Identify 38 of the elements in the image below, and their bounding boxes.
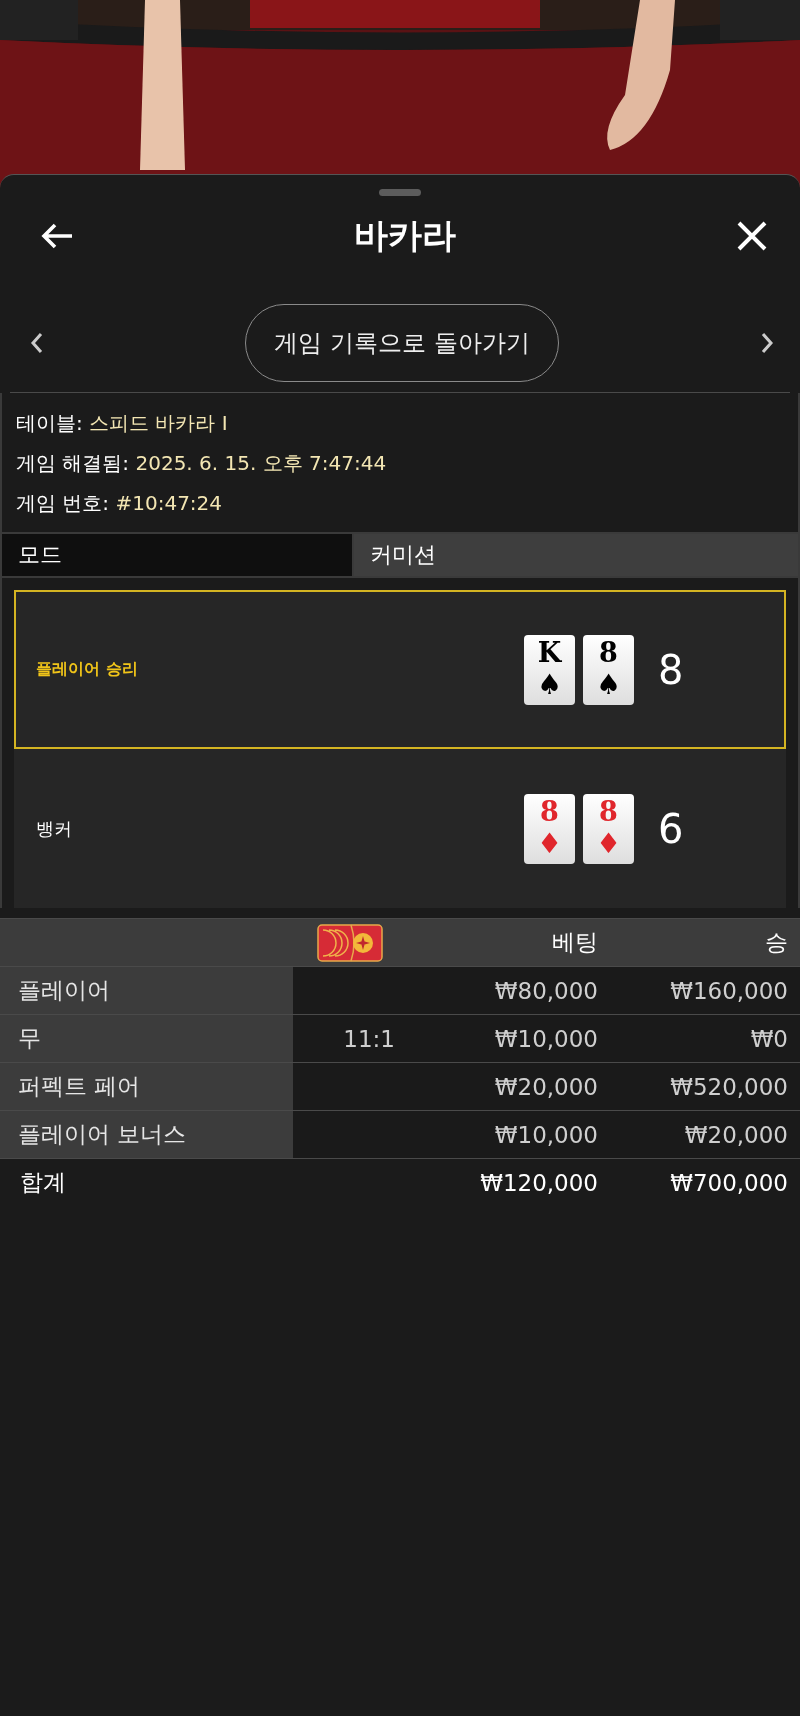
total-label: 합계 — [19, 1168, 67, 1197]
total-bet: ₩120,000 — [479, 1169, 599, 1196]
bet-name-cell: 플레이어 — [0, 967, 293, 1014]
column-header: 베팅 — [551, 928, 599, 957]
envelope-icon — [317, 923, 383, 962]
bet-cell-text: ₩80,000 — [493, 977, 599, 1004]
bet-cell-text: ₩10,000 — [493, 1025, 599, 1052]
playing-card: 8 ♦ — [583, 793, 634, 864]
close-icon — [736, 220, 768, 252]
hand-label: 플레이어 승리 — [36, 659, 139, 680]
bet-name-cell: 무 — [0, 1015, 293, 1062]
info-line: 게임 해결됨: 2025. 6. 15. 오후 7:47:44 — [16, 450, 388, 477]
hand-label: 뱅커 — [36, 816, 73, 841]
win-cell-text: ₩20,000 — [683, 1121, 789, 1148]
playing-card: K ♠ — [524, 634, 575, 705]
win-cell-text: ₩160,000 — [669, 977, 789, 1004]
bet-name-cell: 플레이어 보너스 — [0, 1111, 293, 1158]
total-win: ₩700,000 — [669, 1169, 789, 1196]
drag-handle[interactable] — [379, 189, 421, 196]
info-line: 테이블: 스피드 바카라 I — [16, 410, 229, 437]
playing-card: 8 ♠ — [583, 634, 634, 705]
page-title: 바카라 — [354, 214, 456, 257]
bet-name-cell: 퍼펙트 페어 — [0, 1063, 293, 1110]
playing-card: 8 ♦ — [524, 793, 575, 864]
chevron-left-icon — [30, 332, 44, 354]
chevron-right-icon — [760, 332, 774, 354]
info-line: 게임 번호: #10:47:24 — [16, 490, 224, 517]
win-cell-text: ₩520,000 — [669, 1073, 789, 1100]
mode-value: 커미션 — [354, 534, 798, 576]
hand-total: 6 — [657, 805, 685, 852]
bet-cell-text: ₩10,000 — [493, 1121, 599, 1148]
win-cell-text: ₩0 — [749, 1025, 789, 1052]
mode-label: 모드 — [2, 534, 354, 576]
bet-cell-text: ₩20,000 — [493, 1073, 599, 1100]
arrow-left-icon — [40, 222, 74, 250]
odds-cell-text: 11:1 — [342, 1025, 396, 1052]
column-header: 승 — [764, 928, 789, 957]
hand-total: 8 — [657, 646, 685, 693]
